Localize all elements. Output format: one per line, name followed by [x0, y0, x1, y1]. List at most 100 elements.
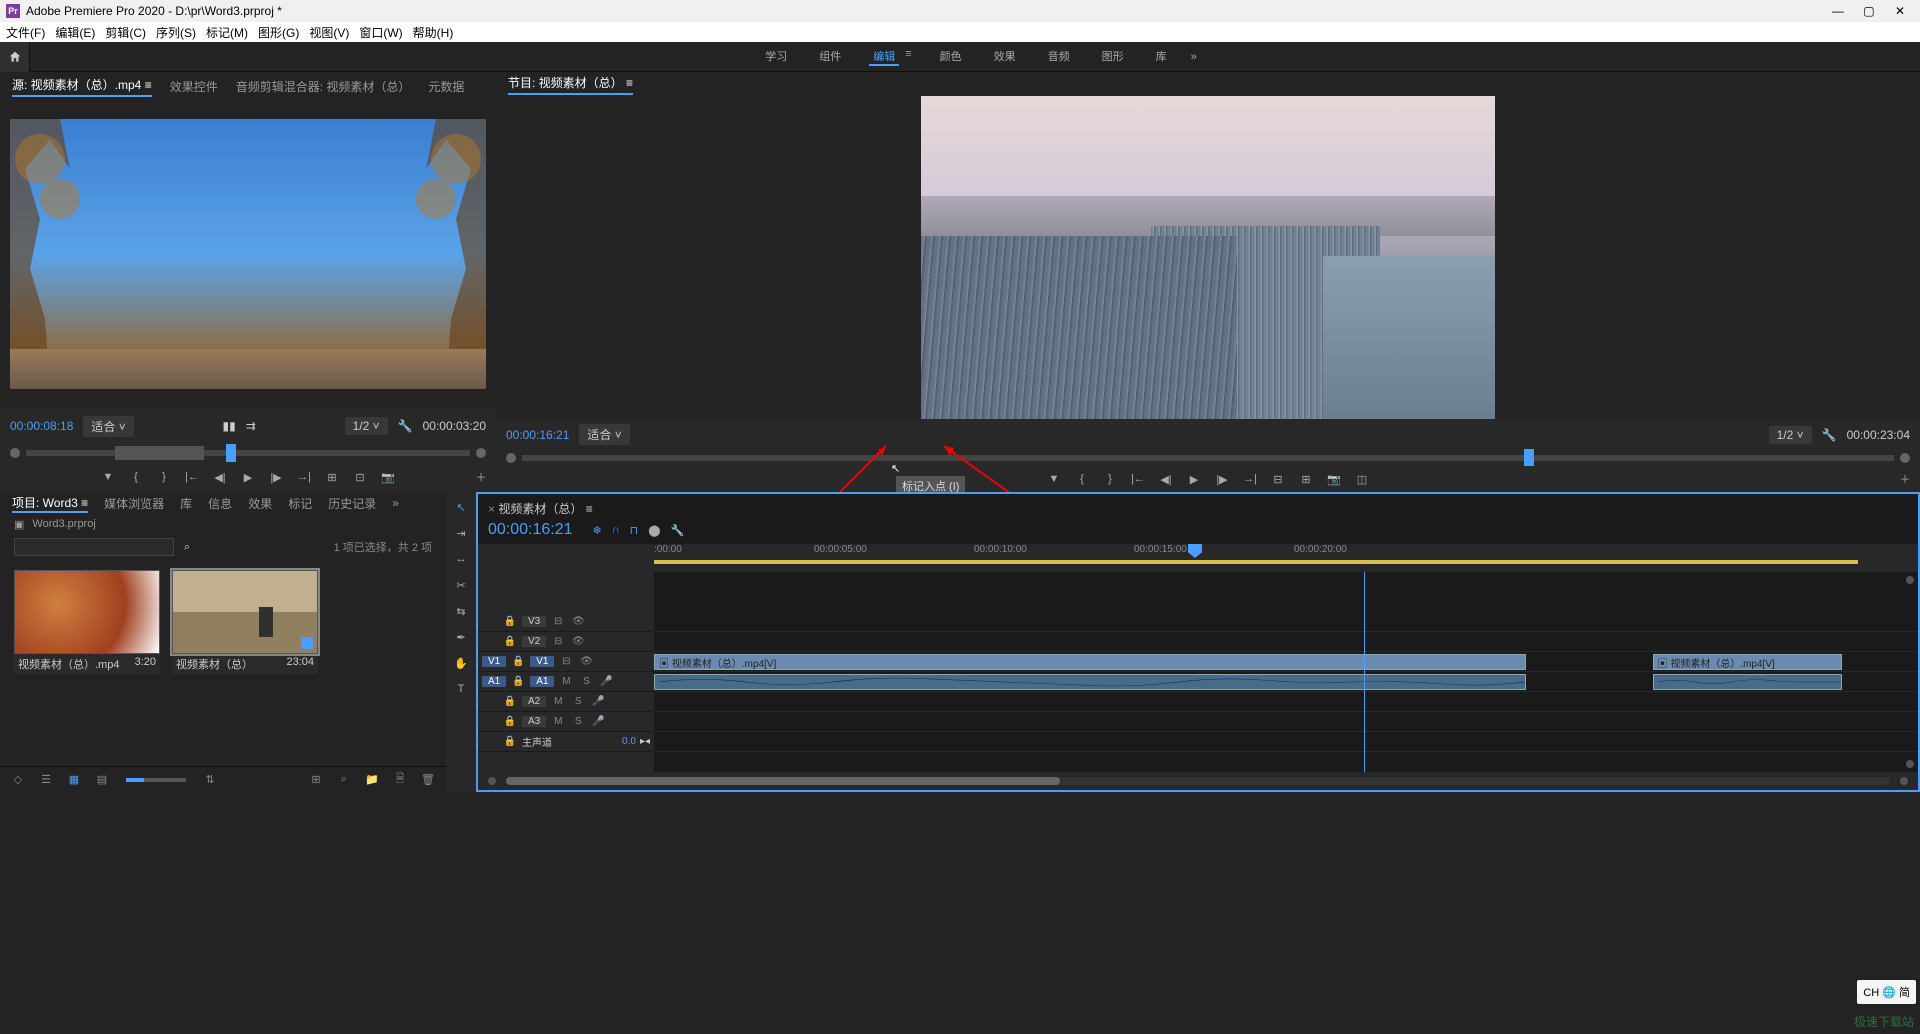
program-fit-dropdown[interactable]: 适合 ˅: [579, 424, 629, 445]
scroll-up-icon[interactable]: [1906, 576, 1914, 584]
sort-icon[interactable]: ⇅: [202, 772, 218, 788]
timeline-tc[interactable]: 00:00:16:21: [488, 521, 573, 539]
info-tab[interactable]: 信息: [208, 495, 232, 512]
home-button[interactable]: [0, 42, 30, 72]
video-clip[interactable]: ▣ 视频素材（总）.mp4[V]: [654, 654, 1526, 670]
program-scrubber[interactable]: [522, 455, 1894, 461]
markers-tab[interactable]: 标记: [288, 495, 312, 512]
mark-in-icon[interactable]: {: [1075, 472, 1089, 486]
project-tab[interactable]: 项目: Word3 ≡: [12, 494, 88, 513]
eye-icon[interactable]: 👁: [578, 656, 594, 667]
program-tab[interactable]: 节目: 视频素材（总） ≡: [508, 74, 633, 95]
go-to-in-icon[interactable]: |←: [185, 470, 199, 484]
libraries-tab[interactable]: 库: [180, 495, 192, 512]
go-to-out-icon[interactable]: →|: [297, 470, 311, 484]
new-bin-icon[interactable]: 📁: [364, 772, 380, 788]
snap-icon[interactable]: ❄: [593, 524, 602, 537]
mute-button[interactable]: M: [558, 676, 574, 687]
effects-tab[interactable]: 效果: [248, 495, 272, 512]
eye-icon[interactable]: 👁: [570, 616, 586, 627]
mute-button[interactable]: M: [550, 716, 566, 727]
source-a1[interactable]: A1: [482, 676, 506, 687]
menu-help[interactable]: 帮助(H): [413, 24, 454, 41]
marker-span-icon[interactable]: ⊓: [630, 524, 639, 537]
export-frame-icon[interactable]: 📷: [1327, 472, 1341, 486]
source-tc-current[interactable]: 00:00:08:18: [10, 419, 73, 433]
track-a2[interactable]: A2: [522, 696, 546, 707]
ime-badge[interactable]: CH 🌐 简: [1857, 980, 1916, 1004]
solo-button[interactable]: S: [570, 696, 586, 707]
lift-icon[interactable]: ⊟: [1271, 472, 1285, 486]
media-browser-tab[interactable]: 媒体浏览器: [104, 495, 164, 512]
audio-mixer-tab[interactable]: 音频剪辑混合器: 视频素材（总）: [236, 78, 411, 95]
mic-icon[interactable]: 🎤: [590, 696, 606, 707]
overwrite-icon[interactable]: ⊡: [353, 470, 367, 484]
playhead-icon[interactable]: [1188, 544, 1202, 558]
search-icon[interactable]: ⌕: [184, 541, 190, 554]
zoom-in-icon[interactable]: [1900, 777, 1908, 785]
automate-icon[interactable]: ⊞: [308, 772, 324, 788]
track-master[interactable]: 主声道: [522, 734, 552, 749]
track-v3[interactable]: V3: [522, 616, 546, 627]
marker-icon[interactable]: ▼: [1047, 472, 1061, 486]
src-btn-2[interactable]: ⇉: [246, 419, 256, 433]
toggle-output-icon[interactable]: ⊟: [550, 616, 566, 627]
master-value[interactable]: 0.0: [622, 736, 636, 747]
mic-icon[interactable]: 🎤: [590, 716, 606, 727]
lock-icon[interactable]: 🔒: [510, 656, 526, 667]
slip-tool-icon[interactable]: ⇆: [452, 602, 470, 620]
workspace-effects[interactable]: 效果: [990, 48, 1020, 66]
workspace-editing[interactable]: 编辑: [869, 48, 899, 66]
pen-tool-icon[interactable]: ✒: [452, 628, 470, 646]
go-to-out-icon[interactable]: →|: [1243, 472, 1257, 486]
trash-icon[interactable]: 🗑: [420, 772, 436, 788]
history-tab[interactable]: 历史记录: [328, 495, 376, 512]
solo-button[interactable]: S: [578, 676, 594, 687]
menu-window[interactable]: 窗口(W): [359, 24, 402, 41]
metadata-tab[interactable]: 元数据: [428, 78, 464, 95]
wrench-icon[interactable]: 🔧: [398, 419, 413, 433]
lock-icon[interactable]: 🔒: [502, 696, 518, 707]
menu-clip[interactable]: 剪辑(C): [105, 24, 146, 41]
menu-view[interactable]: 视图(V): [309, 24, 349, 41]
list-view-icon[interactable]: ☰: [38, 772, 54, 788]
freeform-icon[interactable]: ▤: [94, 772, 110, 788]
maximize-button[interactable]: ▢: [1855, 4, 1883, 18]
step-back-icon[interactable]: ◀|: [213, 470, 227, 484]
lock-icon[interactable]: ◇: [10, 772, 26, 788]
go-to-in-icon[interactable]: |←: [1131, 472, 1145, 486]
compare-icon[interactable]: ◫: [1355, 472, 1369, 486]
source-res-dropdown[interactable]: 1/2 ˅: [345, 417, 388, 435]
eye-icon[interactable]: 👁: [570, 636, 586, 647]
workspace-graphics[interactable]: 图形: [1098, 48, 1128, 66]
step-back-icon[interactable]: ◀|: [1159, 472, 1173, 486]
hand-tool-icon[interactable]: ✋: [452, 654, 470, 672]
play-icon[interactable]: ▶: [1187, 472, 1201, 486]
minimize-button[interactable]: —: [1824, 4, 1852, 18]
mark-out-icon[interactable]: }: [157, 470, 171, 484]
expand-icon[interactable]: ▸◂: [640, 736, 650, 747]
workspace-learn[interactable]: 学习: [761, 48, 791, 66]
icon-view-icon[interactable]: ▦: [66, 772, 82, 788]
source-v1[interactable]: V1: [482, 656, 506, 667]
menu-markers[interactable]: 标记(M): [206, 24, 248, 41]
track-a3[interactable]: A3: [522, 716, 546, 727]
mark-in-icon[interactable]: {: [129, 470, 143, 484]
selection-tool-icon[interactable]: ↖: [452, 498, 470, 516]
source-scrubber[interactable]: [26, 450, 470, 456]
project-item[interactable]: 视频素材（总）.mp43:20: [14, 570, 160, 674]
track-a1[interactable]: A1: [530, 676, 554, 687]
step-fwd-icon[interactable]: |▶: [269, 470, 283, 484]
timeline-scrollbar[interactable]: [506, 777, 1890, 785]
play-icon[interactable]: ▶: [241, 470, 255, 484]
wrench-icon[interactable]: 🔧: [671, 524, 685, 537]
link-icon[interactable]: ∩: [612, 524, 620, 537]
source-tab[interactable]: 源: 视频素材（总）.mp4 ≡: [12, 76, 152, 97]
project-search-input[interactable]: [14, 538, 174, 556]
lock-icon[interactable]: 🔒: [510, 676, 526, 687]
solo-button[interactable]: S: [570, 716, 586, 727]
marker-icon[interactable]: ▼: [101, 470, 115, 484]
src-btn-1[interactable]: ▮▮: [223, 419, 236, 433]
program-monitor[interactable]: [496, 96, 1920, 419]
track-v1[interactable]: V1: [530, 656, 554, 667]
